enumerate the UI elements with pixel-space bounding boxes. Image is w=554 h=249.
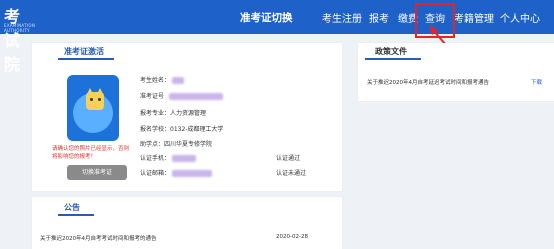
photo-warning: 请确认您的照片已经显示，否则将影响您的报考！ <box>52 146 130 160</box>
notice-item[interactable]: 关于推迟2020年4月自考考试时间和报考的通告 <box>40 234 157 242</box>
notice-panel-title: 公告 <box>64 203 80 212</box>
ticket-row: 准考证号 <box>140 91 223 100</box>
major-row: 报考专业：人力资源管理 <box>140 110 207 117</box>
phone-value-redacted <box>171 155 196 162</box>
assist-school-row: 助学点：四川华夏专修学院 <box>140 141 213 148</box>
title-underline <box>58 214 94 216</box>
avatar-eye <box>90 98 93 101</box>
avatar-eye <box>98 98 101 101</box>
policy-item[interactable]: 关于推迟2020年4月自考延迟考试时间和报考通告 <box>367 78 489 86</box>
name-row: 考生姓名： <box>140 75 184 84</box>
title-underline <box>58 58 114 60</box>
phone-row: 认证手机： <box>140 153 196 162</box>
policy-panel-title: 政策文件 <box>375 47 407 56</box>
notice-date: 2020-02-28 <box>276 234 308 240</box>
ticket-label: 准考证号 <box>140 93 165 100</box>
email-row: 认证邮箱： <box>140 168 212 177</box>
phone-status: 认证通过 <box>276 155 301 162</box>
title-underline <box>365 58 421 60</box>
email-value-redacted <box>171 170 212 177</box>
email-status: 认证未通过 <box>276 170 307 177</box>
switch-ticket-button[interactable]: 切换准考证 <box>67 165 127 180</box>
name-value-redacted <box>171 77 184 84</box>
ticket-value-redacted <box>168 93 223 100</box>
policy-download-link[interactable]: 下载 <box>531 78 542 86</box>
email-label: 认证邮箱： <box>140 170 171 177</box>
phone-label: 认证手机： <box>140 155 171 162</box>
admission-panel-title: 准考证激活 <box>64 47 104 56</box>
school-row: 报名学校：0132-成都理工大学 <box>140 126 224 133</box>
name-label: 考生姓名： <box>140 77 171 84</box>
avatar-cat-icon <box>86 92 104 110</box>
